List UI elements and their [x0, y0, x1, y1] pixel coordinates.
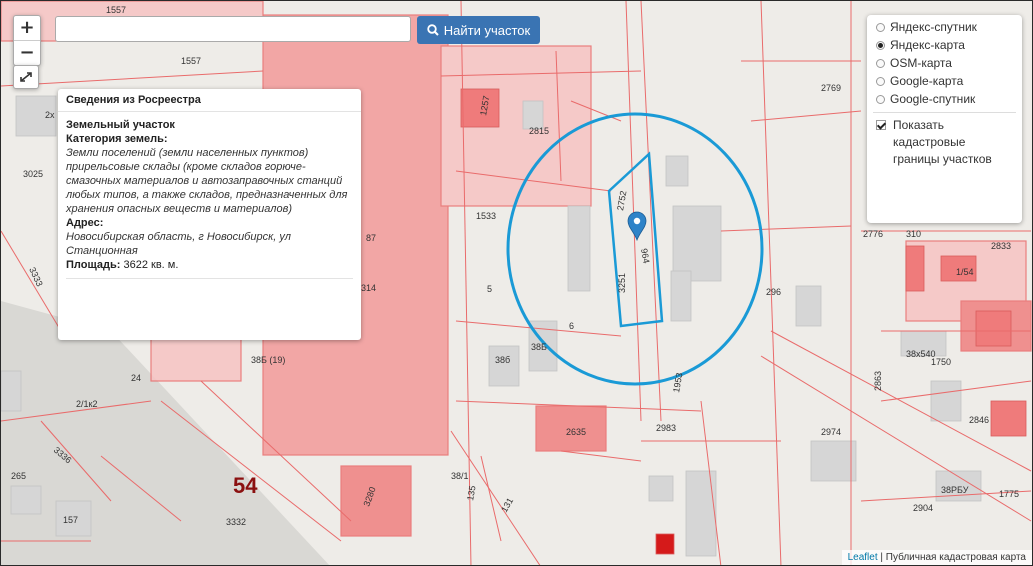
map-label: 1/54	[956, 267, 974, 277]
divider	[66, 278, 353, 279]
object-type: Земельный участок	[66, 119, 175, 131]
map-label-district: 54	[233, 473, 258, 498]
address-label: Адрес:	[66, 217, 104, 229]
radio-icon[interactable]	[876, 58, 885, 68]
map-viewport[interactable]: 1557 1557 3025 2х 2769 2815 1533 5 6 275…	[0, 0, 1033, 566]
map-label: 2815	[529, 126, 549, 136]
radio-icon[interactable]	[876, 22, 885, 32]
category-label: Категория земель:	[66, 133, 168, 145]
zoom-control: + −	[13, 15, 41, 66]
attribution-source: Публичная кадастровая карта	[885, 552, 1026, 563]
map-label: 38/1	[451, 471, 469, 481]
layer-google-satellite[interactable]: Google-спутник	[867, 90, 1022, 108]
area-value: 3622 кв. м.	[120, 259, 179, 271]
map-label: 6	[569, 321, 574, 331]
find-parcel-label: Найти участок	[443, 22, 531, 38]
map-label: 2776	[863, 229, 883, 239]
map-label: 2833	[991, 241, 1011, 251]
layer-google-map[interactable]: Google-карта	[867, 72, 1022, 90]
zoom-out-button[interactable]: −	[14, 40, 40, 65]
category-value: Земли поселений (земли населенных пункто…	[66, 147, 348, 215]
info-panel-title: Сведения из Росреестра	[58, 89, 361, 112]
map-label: 38РБУ	[941, 485, 969, 495]
layer-yandex-map[interactable]: Яндекс-карта	[867, 36, 1022, 54]
address-value: Новосибирская область, г Новосибирск, ул…	[66, 231, 291, 257]
map-label: 1750	[931, 357, 951, 367]
map-label: 38Б (19)	[251, 355, 285, 365]
layer-label: Google-карта	[890, 74, 964, 88]
map-label: 2769	[821, 83, 841, 93]
map-label: 2846	[969, 415, 989, 425]
map-label: 24	[131, 373, 141, 383]
map-label: 2635	[566, 427, 586, 437]
layer-label: Яндекс-спутник	[890, 20, 977, 34]
map-label: 1557	[106, 5, 126, 15]
area-label: Площадь:	[66, 259, 121, 271]
map-label: 314	[361, 283, 376, 293]
map-label: 2/1к2	[76, 399, 97, 409]
layer-label: Google-спутник	[890, 92, 976, 106]
search-icon	[427, 24, 439, 36]
map-label: 1533	[476, 211, 496, 221]
expand-icon	[20, 72, 32, 82]
radio-icon[interactable]	[876, 94, 885, 104]
map-label: 2863	[873, 371, 883, 391]
map-label: 1775	[999, 489, 1019, 499]
radio-selected-icon[interactable]	[876, 40, 885, 50]
checkbox-checked-icon[interactable]	[876, 120, 886, 130]
divider	[873, 112, 1016, 113]
map-label: 265	[11, 471, 26, 481]
layer-label: Яндекс-карта	[890, 38, 965, 52]
layer-osm-map[interactable]: OSM-карта	[867, 54, 1022, 72]
map-label: 3332	[226, 517, 246, 527]
map-label: 3025	[23, 169, 43, 179]
map-attribution: Leaflet | Публичная кадастровая карта	[841, 550, 1032, 565]
layer-switcher: Яндекс-спутник Яндекс-карта OSM-карта Go…	[867, 15, 1022, 223]
rosreestr-info-panel: Сведения из Росреестра Земельный участок…	[58, 89, 361, 340]
attribution-separator: |	[877, 552, 886, 563]
layer-label: OSM-карта	[890, 56, 952, 70]
find-parcel-button[interactable]: Найти участок	[417, 16, 540, 44]
map-label: 87	[366, 233, 376, 243]
map-label: 2974	[821, 427, 841, 437]
map-label: 1557	[181, 56, 201, 66]
overlay-cadastral-toggle[interactable]: Показать кадастровые границы участков	[867, 117, 1022, 168]
map-label: 2904	[913, 503, 933, 513]
zoom-in-button[interactable]: +	[14, 16, 40, 40]
map-label: 2х	[45, 110, 55, 120]
map-label: 5	[487, 284, 492, 294]
map-label: 3251	[617, 273, 627, 293]
radio-icon[interactable]	[876, 76, 885, 86]
map-label: 310	[906, 229, 921, 239]
layer-yandex-satellite[interactable]: Яндекс-спутник	[867, 18, 1022, 36]
overlay-label: Показать кадастровые границы участков	[893, 118, 992, 166]
map-label: 157	[63, 515, 78, 525]
map-label: 38Б	[531, 342, 547, 352]
map-label: 2983	[656, 423, 676, 433]
map-label: 296	[766, 287, 781, 297]
search-input[interactable]	[55, 16, 411, 42]
map-label: 38б	[495, 355, 510, 365]
leaflet-link[interactable]: Leaflet	[848, 552, 878, 563]
fullscreen-button[interactable]	[13, 65, 39, 89]
